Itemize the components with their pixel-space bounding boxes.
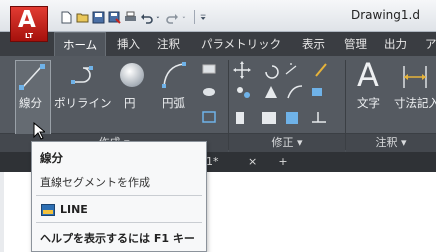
ribbon-tab-bar: ホーム 挿入 注釈 パラメトリック 表示 管理 出力 ア: [0, 32, 436, 56]
tab-view[interactable]: 表示: [302, 32, 325, 56]
polyline-icon: [71, 66, 93, 84]
tooltip-title: 線分: [40, 151, 63, 165]
tab-annotate[interactable]: 注釈: [157, 32, 180, 56]
quick-access-toolbar: [60, 9, 209, 25]
tooltip-divider: [36, 195, 202, 196]
tab-parametric[interactable]: パラメトリック: [201, 32, 281, 56]
tooltip-help-hint: ヘルプを表示するには F1 キー: [40, 232, 195, 245]
undo-icon[interactable]: [140, 11, 153, 24]
modify-panel-title: 修正 ▾: [271, 136, 303, 149]
tab-output[interactable]: 出力: [384, 32, 407, 56]
command-line-icon: [41, 204, 55, 216]
open-folder-icon[interactable]: [76, 11, 89, 24]
tooltip-command: LINE: [60, 203, 88, 216]
circle-icon: [120, 63, 144, 87]
redo-icon[interactable]: [166, 11, 179, 24]
arc-button-label[interactable]: 円弧: [162, 95, 185, 111]
dimension-button-label[interactable]: 寸法記入: [394, 95, 436, 111]
annotation-panel-footer[interactable]: 注釈 ▾: [346, 134, 436, 152]
arc-icon: [162, 62, 186, 88]
document-tab[interactable]: 1*: [206, 152, 219, 172]
tooltip-description: 直線セグメントを作成: [40, 176, 150, 189]
circle-button-label[interactable]: 円: [124, 95, 136, 111]
polyline-button-label[interactable]: ポリライン: [54, 95, 112, 111]
tab-partial[interactable]: ア: [425, 32, 436, 56]
tab-manage[interactable]: 管理: [344, 32, 367, 56]
application-menu-button[interactable]: A LT: [10, 6, 48, 42]
text-icon: A: [357, 56, 379, 94]
app-logo: A: [18, 7, 36, 33]
dimension-icon: [403, 66, 427, 88]
save-icon[interactable]: [92, 11, 105, 24]
line-button-label: 線分: [19, 96, 42, 110]
title-bar: Drawing1.d: [0, 0, 436, 32]
print-icon[interactable]: [124, 11, 137, 24]
document-tab-close-icon[interactable]: ×: [248, 152, 257, 172]
save-as-icon[interactable]: [108, 11, 121, 24]
annotation-panel-title: 注釈 ▾: [375, 136, 407, 149]
new-tab-button[interactable]: +: [276, 152, 290, 172]
undo-dropdown-icon[interactable]: [156, 11, 163, 24]
tab-home[interactable]: ホーム: [54, 32, 107, 56]
mouse-cursor-icon: [33, 122, 45, 140]
app-edition-label: LT: [24, 32, 34, 40]
customize-qat-icon[interactable]: [200, 11, 209, 24]
line-tooltip: 線分 直線セグメントを作成 LINE ヘルプを表示するには F1 キー: [31, 141, 207, 252]
document-title: Drawing1.d: [351, 8, 420, 22]
tooltip-divider: [36, 222, 202, 223]
modify-tools-icons[interactable]: [232, 60, 342, 130]
line-icon: [19, 64, 45, 90]
qat-separator: [194, 10, 195, 24]
modify-panel-footer[interactable]: 修正 ▾: [229, 134, 345, 152]
redo-dropdown-icon[interactable]: [182, 11, 189, 24]
small-draw-tools[interactable]: [200, 62, 222, 132]
text-button-label[interactable]: 文字: [357, 95, 380, 111]
new-file-icon[interactable]: [60, 11, 73, 24]
tab-insert[interactable]: 挿入: [117, 32, 140, 56]
